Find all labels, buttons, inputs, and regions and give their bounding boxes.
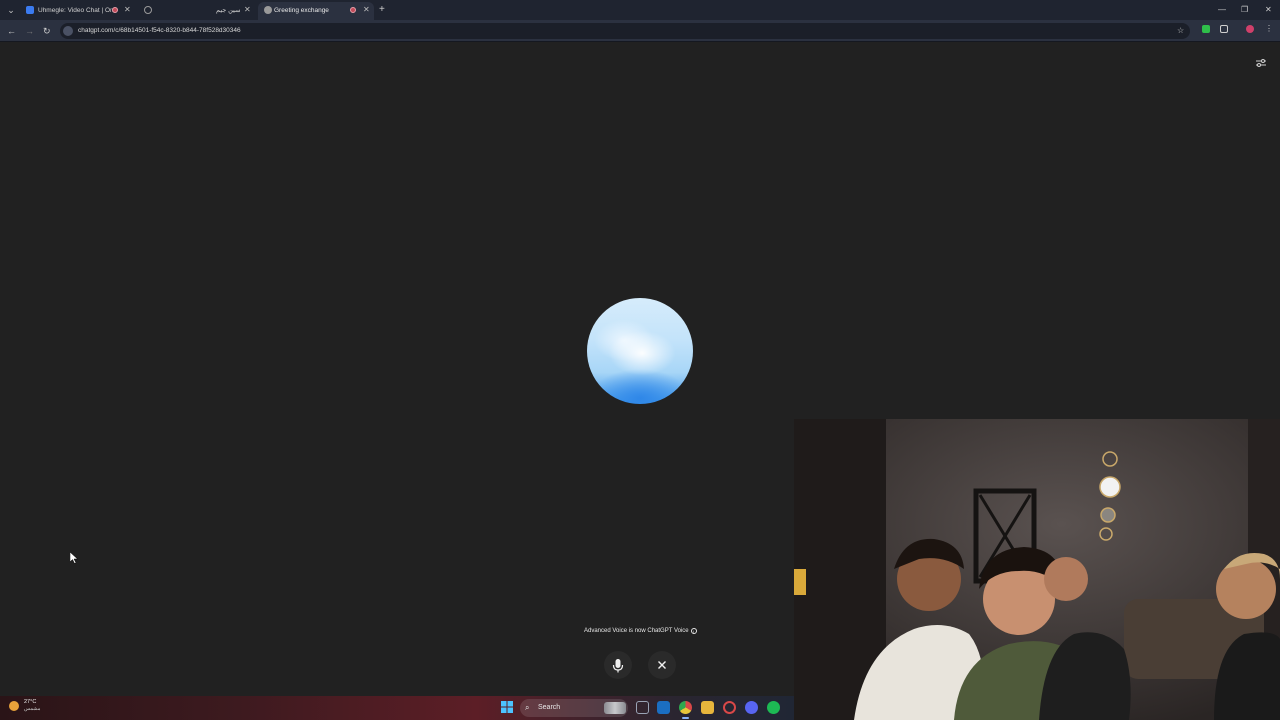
tab-title: سين جيم: [216, 7, 241, 14]
chrome-icon[interactable]: [679, 701, 692, 719]
tab-strip: ⌄ Uhmegle: Video Chat | Om ✕ سين جيم ✕ G…: [0, 0, 1280, 20]
close-tab-icon[interactable]: ✕: [124, 2, 131, 18]
weather-description: مشمس: [24, 706, 41, 712]
file-explorer-icon[interactable]: [701, 701, 714, 714]
spotify-icon[interactable]: [767, 701, 780, 714]
mouse-cursor-icon: [70, 552, 78, 564]
voice-notice[interactable]: Advanced Voice is now ChatGPT Voice i: [584, 627, 697, 635]
forward-icon[interactable]: →: [25, 24, 34, 38]
taskbar-search[interactable]: ⌕ Search: [520, 699, 628, 717]
address-bar[interactable]: chatgpt.com/c/68b14501-f54c-8320-b844-78…: [60, 23, 1190, 39]
voice-notice-text: Advanced Voice is now ChatGPT Voice: [584, 628, 689, 634]
close-tab-icon[interactable]: ✕: [363, 2, 370, 18]
close-tab-icon[interactable]: ✕: [244, 2, 251, 18]
tab-greeting-exchange[interactable]: Greeting exchange ✕: [258, 2, 374, 20]
chrome-dev-icon[interactable]: [723, 701, 736, 714]
info-icon[interactable]: i: [690, 628, 697, 634]
profile-avatar[interactable]: [1246, 25, 1254, 33]
webcam-overlay: [794, 419, 1280, 720]
bookmark-star-icon[interactable]: ☆: [1177, 24, 1184, 38]
search-label: Search: [538, 704, 561, 711]
tab-title: Uhmegle: Video Chat | Om: [38, 7, 116, 14]
voice-orb: [587, 298, 693, 404]
tab-favicon: [26, 6, 34, 14]
restore-button[interactable]: ❐: [1241, 3, 1248, 17]
task-view-icon[interactable]: [636, 701, 649, 714]
webcam-scene: [794, 419, 1280, 720]
close-window-button[interactable]: ✕: [1265, 3, 1272, 17]
end-voice-button[interactable]: [648, 651, 676, 679]
tab-uhmegle[interactable]: Uhmegle: Video Chat | Om ✕: [20, 2, 135, 20]
extension-icon[interactable]: [1202, 25, 1210, 33]
weather-temperature: 27°C: [24, 699, 37, 705]
url-text: chatgpt.com/c/68b14501-f54c-8320-b844-78…: [78, 27, 241, 34]
chatgpt-favicon-icon: [264, 6, 272, 14]
recording-icon: [112, 7, 118, 13]
site-info-icon[interactable]: [63, 26, 73, 36]
windows-taskbar: 27°C مشمس ⌕ Search: [0, 696, 794, 720]
browser-toolbar: ← → ↻ chatgpt.com/c/68b14501-f54c-8320-b…: [0, 20, 1280, 42]
tab-title: Greeting exchange: [274, 7, 329, 14]
extensions-puzzle-icon[interactable]: [1220, 25, 1228, 33]
voice-settings-icon[interactable]: [1255, 58, 1267, 68]
search-highlight-image: [604, 702, 626, 714]
back-icon[interactable]: ←: [7, 24, 16, 38]
tab-search-icon[interactable]: ⌄: [4, 3, 18, 17]
new-tab-button[interactable]: +: [379, 3, 385, 17]
search-icon: ⌕: [525, 703, 530, 712]
discord-icon[interactable]: [745, 701, 758, 714]
windows-start-icon[interactable]: [501, 701, 513, 713]
screen: ⌄ Uhmegle: Video Chat | Om ✕ سين جيم ✕ G…: [0, 0, 1280, 720]
minimize-button[interactable]: —: [1218, 3, 1226, 17]
reload-icon[interactable]: ↻: [43, 24, 51, 38]
mic-icon: [612, 659, 624, 673]
browser-menu-icon[interactable]: ⋮: [1265, 25, 1273, 33]
tab-favicon: [144, 6, 152, 14]
outlook-icon[interactable]: [657, 701, 670, 714]
close-icon: [658, 661, 666, 669]
recording-icon: [350, 7, 356, 13]
tab-second[interactable]: سين جيم ✕: [138, 2, 256, 20]
weather-icon[interactable]: [9, 701, 19, 711]
mute-microphone-button[interactable]: [604, 651, 632, 679]
